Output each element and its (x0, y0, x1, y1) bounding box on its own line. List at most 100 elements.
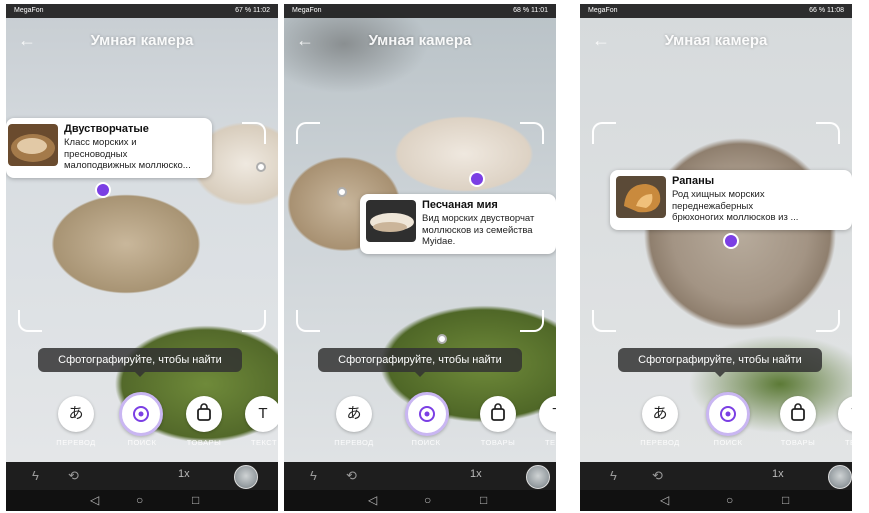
mode-label-translate[interactable]: ПЕРЕВОД (630, 438, 690, 447)
carrier-label: MegaFon (14, 7, 44, 14)
screen-3: MegaFon 66 % 11:08 ← Умная камера Рапаны… (580, 4, 852, 511)
result-description: Класс морских и пресноводных малоподвижн… (64, 137, 191, 171)
result-thumbnail (366, 200, 416, 242)
result-card[interactable]: Песчаная мия Вид морских двустворчат мол… (360, 194, 556, 254)
result-name: Двустворчатые (64, 123, 149, 135)
shopping-bag-icon[interactable] (186, 396, 222, 432)
top-bar: ← Умная камера (580, 18, 852, 62)
gallery-thumbnail[interactable] (828, 465, 852, 489)
camera-controls: ϟ ⟲ 1x (580, 462, 852, 490)
page-title: Умная камера (664, 32, 768, 49)
object-marker[interactable] (437, 334, 447, 344)
selected-object-marker[interactable] (95, 182, 111, 198)
mode-label-search[interactable]: ПОИСК (112, 438, 172, 447)
shopping-bag-icon[interactable] (780, 396, 816, 432)
page-title: Умная камера (90, 32, 194, 49)
system-nav-bar: ◁ ○ □ (284, 490, 556, 511)
status-bar: MegaFon 68 % 11:01 (284, 4, 556, 18)
zoom-level[interactable]: 1x (178, 468, 190, 480)
nav-home-icon[interactable]: ○ (424, 493, 431, 507)
system-nav-bar: ◁ ○ □ (580, 490, 852, 511)
mode-label-text[interactable]: ТЕКСТ (828, 438, 852, 447)
battery-time: 66 % 11:08 (809, 7, 844, 14)
frame-corner-icon (816, 310, 840, 332)
nav-back-icon[interactable]: ◁ (90, 493, 99, 507)
battery-time: 68 % 11:01 (513, 7, 548, 14)
mode-label-goods[interactable]: ТОВАРЫ (174, 438, 234, 447)
mode-label-search[interactable]: ПОИСК (396, 438, 456, 447)
switch-camera-icon[interactable]: ⟲ (652, 468, 663, 484)
frame-corner-icon (520, 310, 544, 332)
frame-corner-icon (242, 310, 266, 332)
carrier-label: MegaFon (292, 7, 322, 14)
result-thumbnail (616, 176, 666, 218)
search-mode-button[interactable] (706, 392, 750, 436)
mode-label-text[interactable]: ТЕКСТ (528, 438, 556, 447)
flash-icon[interactable]: ϟ (310, 468, 317, 483)
flash-icon[interactable]: ϟ (32, 468, 39, 483)
camera-controls: ϟ ⟲ 1x (6, 462, 278, 490)
gallery-thumbnail[interactable] (526, 465, 550, 489)
top-bar: ← Умная камера (284, 18, 556, 62)
mode-label-goods[interactable]: ТОВАРЫ (768, 438, 828, 447)
camera-viewfinder[interactable] (580, 4, 852, 462)
shopping-bag-icon[interactable] (480, 396, 516, 432)
search-mode-button[interactable] (405, 392, 449, 436)
result-description: Вид морских двустворчат моллюсков из сем… (422, 213, 535, 247)
frame-corner-icon (816, 122, 840, 144)
frame-corner-icon (18, 310, 42, 332)
object-marker[interactable] (256, 162, 266, 172)
top-bar: ← Умная камера (6, 18, 278, 62)
selected-object-marker[interactable] (723, 233, 739, 249)
text-scan-icon[interactable]: T (245, 396, 278, 432)
frame-corner-icon (296, 122, 320, 144)
nav-home-icon[interactable]: ○ (136, 493, 143, 507)
nav-back-icon[interactable]: ◁ (660, 493, 669, 507)
mode-label-translate[interactable]: ПЕРЕВОД (46, 438, 106, 447)
switch-camera-icon[interactable]: ⟲ (346, 468, 357, 484)
object-marker[interactable] (337, 187, 347, 197)
zoom-level[interactable]: 1x (470, 468, 482, 480)
status-bar: MegaFon 67 % 11:02 (6, 4, 278, 18)
status-bar: MegaFon 66 % 11:08 (580, 4, 852, 18)
nav-back-icon[interactable]: ◁ (368, 493, 377, 507)
screen-1: MegaFon 67 % 11:02 ← Умная камера Двуств… (6, 4, 278, 511)
nav-home-icon[interactable]: ○ (726, 493, 733, 507)
result-name: Рапаны (672, 175, 715, 187)
nav-recents-icon[interactable]: □ (192, 493, 199, 507)
frame-corner-icon (296, 310, 320, 332)
search-mode-button[interactable] (119, 392, 163, 436)
frame-corner-icon (592, 122, 616, 144)
battery-time: 67 % 11:02 (235, 7, 270, 14)
mode-label-search[interactable]: ПОИСК (698, 438, 758, 447)
camera-controls: ϟ ⟲ 1x (284, 462, 556, 490)
translate-mode-icon[interactable]: あ (58, 396, 94, 432)
mode-label-goods[interactable]: ТОВАРЫ (468, 438, 528, 447)
switch-camera-icon[interactable]: ⟲ (68, 468, 79, 484)
system-nav-bar: ◁ ○ □ (6, 490, 278, 511)
frame-corner-icon (242, 122, 266, 144)
frame-corner-icon (592, 310, 616, 332)
result-description: Род хищных морских переднежаберных брюхо… (672, 189, 799, 223)
mode-label-translate[interactable]: ПЕРЕВОД (324, 438, 384, 447)
result-thumbnail (8, 124, 58, 166)
result-card[interactable]: Рапаны Род хищных морских переднежаберны… (610, 170, 852, 230)
result-card[interactable]: Двустворчатые Класс морских и пресноводн… (6, 118, 212, 178)
hint-tooltip: Сфотографируйте, чтобы найти (38, 348, 242, 377)
mode-label-text[interactable]: ТЕКСТ (234, 438, 278, 447)
screen-2: MegaFon 68 % 11:01 ← Умная камера Песчан… (284, 4, 556, 511)
nav-recents-icon[interactable]: □ (782, 493, 789, 507)
zoom-level[interactable]: 1x (772, 468, 784, 480)
hint-tooltip: Сфотографируйте, чтобы найти (618, 348, 822, 377)
frame-corner-icon (520, 122, 544, 144)
selected-object-marker[interactable] (469, 171, 485, 187)
gallery-thumbnail[interactable] (234, 465, 258, 489)
translate-mode-icon[interactable]: あ (336, 396, 372, 432)
page-title: Умная камера (368, 32, 472, 49)
nav-recents-icon[interactable]: □ (480, 493, 487, 507)
result-name: Песчаная мия (422, 199, 498, 211)
translate-mode-icon[interactable]: あ (642, 396, 678, 432)
hint-tooltip: Сфотографируйте, чтобы найти (318, 348, 522, 377)
flash-icon[interactable]: ϟ (610, 468, 617, 483)
carrier-label: MegaFon (588, 7, 618, 14)
